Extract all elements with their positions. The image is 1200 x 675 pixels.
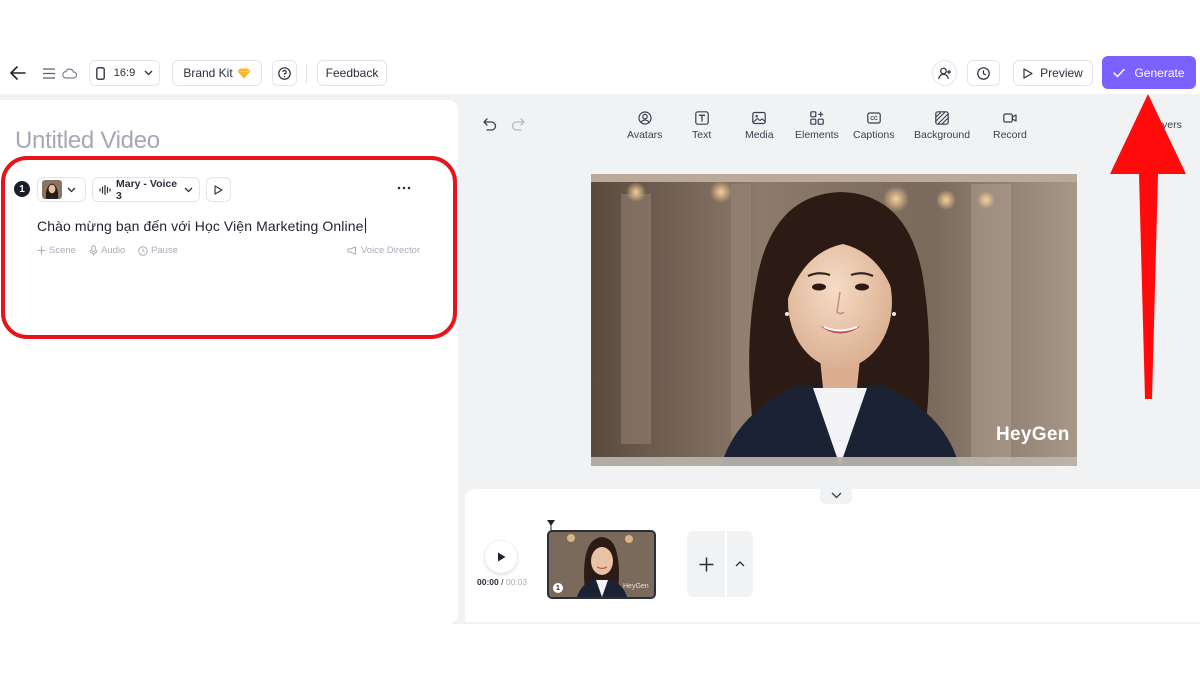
diamond-icon (237, 68, 251, 79)
history-button[interactable] (967, 60, 1000, 86)
tool-media[interactable]: Media (745, 111, 774, 141)
generate-button[interactable]: Generate (1102, 56, 1196, 89)
text-icon (694, 111, 709, 125)
camera-icon (1003, 111, 1017, 125)
tool-label: Media (745, 129, 774, 141)
timeline-timecode: 00:00 / 00:03 (477, 577, 527, 587)
timeline-play-button[interactable] (485, 541, 517, 573)
tool-label: Captions (853, 129, 895, 141)
avatar-icon (638, 111, 652, 125)
tool-label: Avatars (627, 129, 663, 141)
undo-icon[interactable] (483, 118, 497, 131)
plus-icon (699, 557, 714, 572)
brand-kit-button[interactable]: Brand Kit (172, 60, 262, 86)
current-time: 00:00 (477, 577, 499, 587)
feedback-button[interactable]: Feedback (317, 60, 387, 86)
scene-options-button[interactable] (727, 531, 753, 597)
phone-icon (95, 66, 105, 80)
heygen-watermark: HeyGen (996, 424, 1070, 445)
redo-icon[interactable] (511, 118, 525, 131)
tool-avatars[interactable]: Avatars (627, 111, 662, 141)
help-icon (278, 66, 291, 80)
video-title[interactable]: Untitled Video (15, 127, 160, 155)
aspect-ratio-dropdown[interactable]: 16:9 (89, 60, 160, 86)
tool-label: Record (993, 129, 1027, 141)
captions-icon: CC (866, 111, 881, 125)
chevron-up-icon (735, 561, 745, 567)
svg-text:CC: CC (870, 116, 878, 122)
brand-kit-label: Brand Kit (183, 66, 233, 80)
total-duration: 00:03 (505, 577, 528, 587)
tool-background[interactable]: Background (914, 111, 970, 141)
tool-text[interactable]: Text (692, 111, 711, 141)
annotation-highlight-box (1, 156, 457, 339)
image-icon (752, 111, 767, 125)
invite-user-button[interactable] (932, 60, 957, 86)
scene-thumbnail[interactable]: 1 HeyGen (547, 530, 656, 599)
tool-label: Elements (795, 129, 839, 141)
elements-icon (810, 111, 824, 125)
chevron-down-icon (144, 70, 153, 76)
cloud-saved-icon (61, 66, 77, 80)
top-bar: 16:9 Brand Kit Feedback Preview Generate (0, 52, 1200, 94)
feedback-label: Feedback (325, 66, 379, 80)
tool-label: Text (692, 129, 712, 141)
tool-label: Background (914, 129, 971, 141)
video-preview-canvas[interactable]: HeyGen (591, 174, 1077, 466)
tool-captions[interactable]: CC Captions (853, 111, 894, 141)
thumbnail-watermark: HeyGen (623, 583, 649, 590)
time-separator: / (498, 577, 506, 587)
scene-thumbnail-badge: 1 (553, 583, 563, 593)
add-scene-button[interactable] (687, 531, 725, 597)
preview-button[interactable]: Preview (1013, 60, 1093, 86)
play-icon (497, 552, 506, 562)
collapse-timeline-button[interactable] (820, 486, 852, 504)
tool-record[interactable]: Record (993, 111, 1027, 141)
background-icon (935, 111, 949, 125)
generate-label: Generate (1134, 65, 1185, 80)
play-outline-icon (1023, 67, 1033, 79)
help-button[interactable] (272, 60, 297, 86)
back-arrow-icon[interactable] (8, 64, 28, 82)
preview-label: Preview (1040, 66, 1083, 80)
add-user-icon (937, 67, 952, 80)
toolbar-divider (306, 64, 307, 84)
annotation-arrow (1108, 94, 1188, 399)
menu-icon[interactable] (42, 66, 56, 80)
check-icon (1113, 68, 1126, 78)
chevron-down-icon (831, 492, 842, 499)
presenter-image (591, 174, 1077, 466)
clock-icon (977, 66, 990, 80)
tool-elements[interactable]: Elements (795, 111, 839, 141)
aspect-ratio-label: 16:9 (113, 67, 136, 79)
